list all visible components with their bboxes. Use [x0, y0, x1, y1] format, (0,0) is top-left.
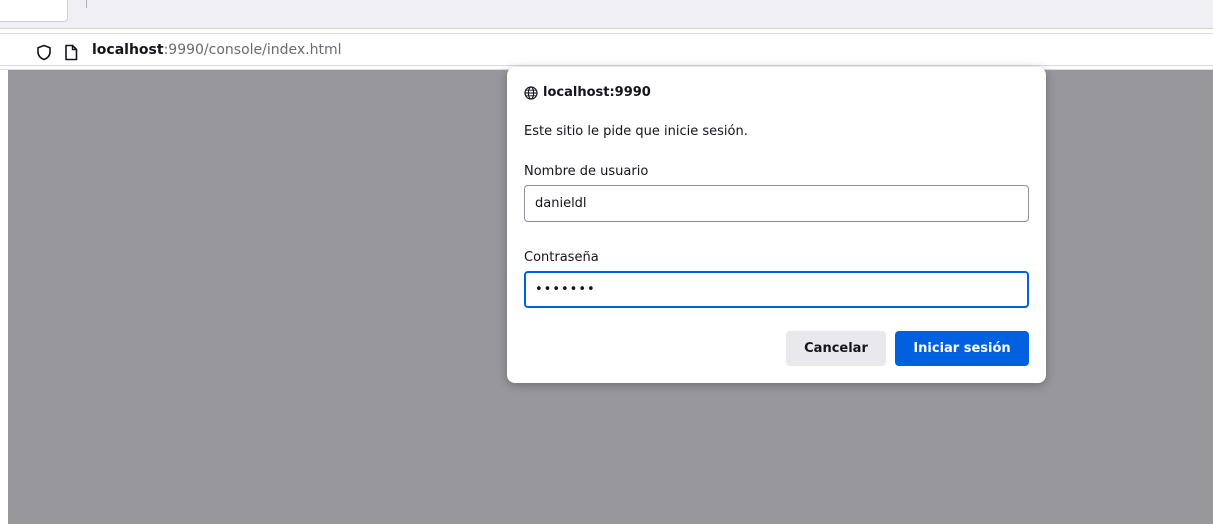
dialog-origin: localhost:9990 [524, 85, 651, 100]
page-icon[interactable] [64, 44, 78, 65]
tab-strip [0, 0, 1213, 29]
auth-dialog: localhost:9990 Este sitio le pide que in… [507, 67, 1046, 383]
active-tab[interactable] [0, 0, 68, 22]
username-input[interactable] [524, 185, 1029, 222]
login-button[interactable]: Iniciar sesión [895, 331, 1029, 366]
tab-separator [86, 0, 87, 8]
cancel-button[interactable]: Cancelar [786, 331, 886, 366]
url-text[interactable]: localhost:9990/console/index.html [92, 42, 342, 58]
shield-icon[interactable] [36, 44, 52, 65]
url-host: localhost [92, 42, 164, 58]
address-bar[interactable]: localhost:9990/console/index.html [0, 33, 1213, 66]
dialog-message: Este sitio le pide que inicie sesión. [524, 124, 748, 139]
username-label: Nombre de usuario [524, 164, 649, 179]
password-input[interactable] [524, 271, 1029, 308]
url-path: :9990/console/index.html [163, 42, 342, 58]
page-margin [0, 70, 8, 524]
globe-icon [524, 85, 538, 100]
navigation-toolbar: localhost:9990/console/index.html [0, 29, 1213, 70]
dialog-origin-text: localhost:9990 [543, 85, 651, 100]
password-label: Contraseña [524, 250, 599, 265]
